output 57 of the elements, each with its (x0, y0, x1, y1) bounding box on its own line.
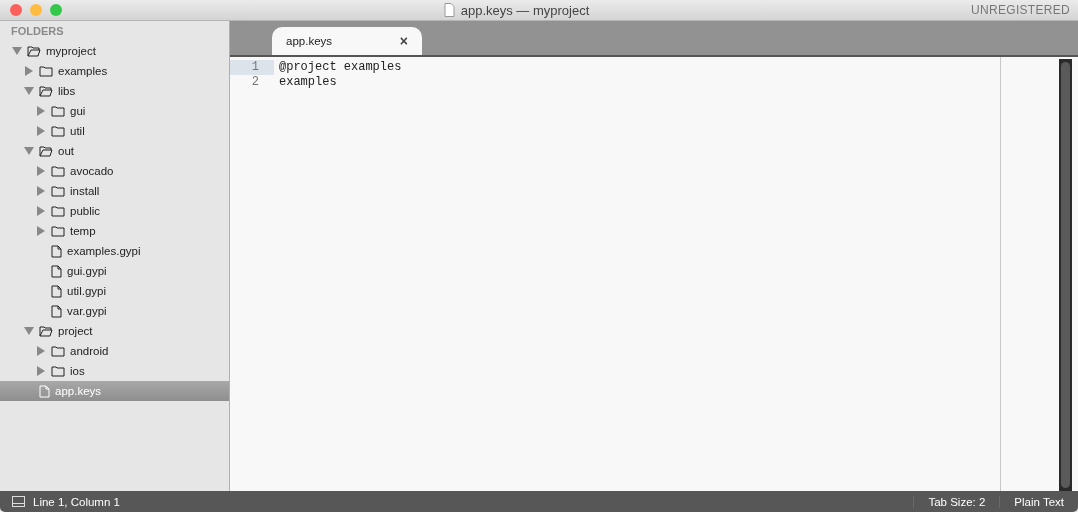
tree-item[interactable]: android (0, 341, 229, 361)
caret-down-icon[interactable] (24, 326, 34, 336)
panel-icon[interactable] (12, 496, 25, 507)
caret-down-icon[interactable] (12, 46, 22, 56)
tree-item[interactable]: examples.gypi (0, 241, 229, 261)
folder-icon (51, 105, 65, 117)
tree-item[interactable]: gui (0, 101, 229, 121)
tree-item[interactable]: util.gypi (0, 281, 229, 301)
tab[interactable]: app.keys × (272, 27, 422, 55)
tree-item[interactable]: project (0, 321, 229, 341)
tree-item[interactable]: temp (0, 221, 229, 241)
folder-icon (51, 205, 65, 217)
code-line: examples (279, 75, 338, 90)
open-folder-icon (39, 145, 53, 157)
tree-item[interactable]: examples (0, 61, 229, 81)
syntax-button[interactable]: Plain Text (999, 495, 1078, 508)
folder-icon (51, 185, 65, 197)
tree-item[interactable]: myproject (0, 41, 229, 61)
folder-icon (51, 365, 65, 377)
zoom-button[interactable] (50, 4, 62, 16)
open-folder-icon (39, 85, 53, 97)
tree-item[interactable]: var.gypi (0, 301, 229, 321)
tree-item[interactable]: avocado (0, 161, 229, 181)
file-icon (51, 264, 62, 278)
code-line: @project examples (279, 60, 403, 75)
tree-item[interactable]: gui.gypi (0, 261, 229, 281)
folder-icon (51, 225, 65, 237)
folder-icon (39, 65, 53, 77)
line-number: 1 (230, 60, 274, 75)
tree-item[interactable]: util (0, 121, 229, 141)
document-icon (443, 3, 455, 17)
caret-right-icon[interactable] (24, 66, 34, 76)
open-folder-icon (27, 45, 41, 57)
sidebar-header: FOLDERS (10, 24, 65, 39)
file-icon (51, 284, 62, 298)
file-icon (51, 304, 62, 318)
line-number: 2 (250, 75, 260, 90)
caret-down-icon[interactable] (24, 86, 34, 96)
folder-icon (51, 345, 65, 357)
tree-item[interactable]: install (0, 181, 229, 201)
tree-item[interactable]: libs (0, 81, 229, 101)
tab-size-button[interactable]: Tab Size: 2 (913, 495, 1000, 508)
open-folder-icon (39, 325, 53, 337)
tree-item[interactable]: ios (0, 361, 229, 381)
close-button[interactable] (10, 4, 22, 16)
close-icon[interactable]: × (399, 33, 408, 49)
tree-item[interactable]: public (0, 201, 229, 221)
folder-icon (51, 125, 65, 137)
cursor-position: Line 1, Column 1 (32, 495, 120, 508)
scrollbar[interactable] (1059, 59, 1072, 491)
file-icon (51, 244, 62, 258)
caret-down-icon[interactable] (24, 146, 34, 156)
window-title: app.keys — myproject (460, 2, 590, 18)
tree-item[interactable]: out (0, 141, 229, 161)
file-icon (39, 384, 50, 398)
folder-icon (51, 165, 65, 177)
unregistered-label: UNREGISTERED (971, 3, 1071, 17)
